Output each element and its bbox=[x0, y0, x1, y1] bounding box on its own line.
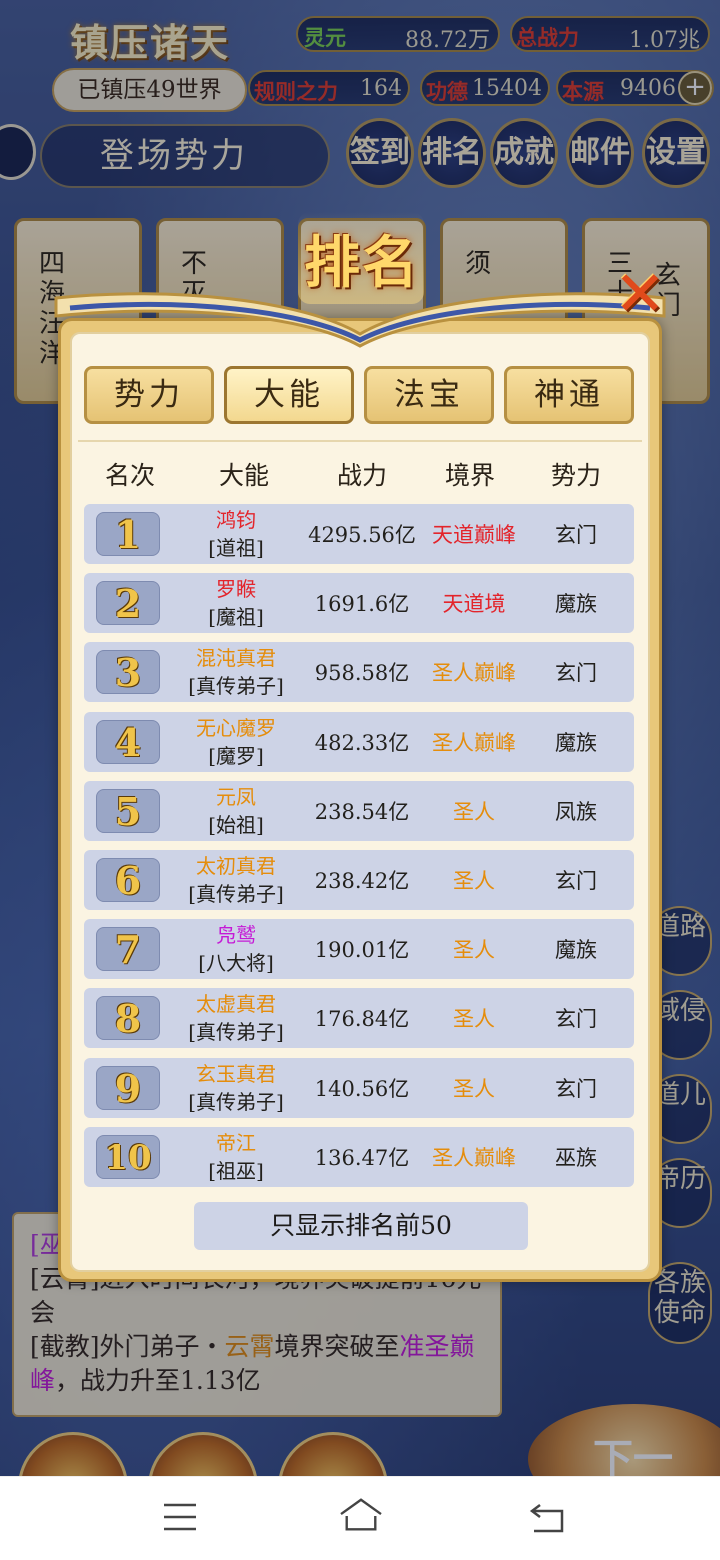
power-value: 482.33亿 bbox=[314, 730, 410, 755]
great-power-name: 玄玉真君 bbox=[196, 1061, 276, 1086]
rank-number: 1 bbox=[96, 512, 160, 557]
rank-number: 7 bbox=[96, 927, 160, 972]
great-power-name: 鸿钧 bbox=[216, 508, 256, 532]
divider bbox=[78, 440, 642, 442]
table-row[interactable]: 3 混沌真君 [真传弟子] 958.58亿 圣人巅峰 玄门 bbox=[84, 642, 634, 703]
great-power-name: 凫鹫 bbox=[216, 923, 256, 948]
great-power-name: 帝江 bbox=[216, 1130, 256, 1155]
table-row[interactable]: 2 罗睺 [魔祖] 1691.6亿 天道境 魔族 bbox=[84, 573, 634, 634]
great-power-name: 无心魔罗 bbox=[196, 715, 276, 740]
great-power-title: [真传弟子] bbox=[188, 674, 284, 699]
rank-number: 8 bbox=[96, 996, 160, 1041]
force-value: 魔族 bbox=[555, 730, 597, 755]
power-value: 1691.6亿 bbox=[314, 592, 410, 617]
table-row[interactable]: 9 玄玉真君 [真传弟子] 140.56亿 圣人 玄门 bbox=[84, 1057, 634, 1118]
close-icon[interactable]: ✕ bbox=[612, 263, 668, 326]
great-power-title: [魔罗] bbox=[208, 743, 264, 768]
force-value: 玄门 bbox=[555, 869, 597, 893]
tab-divine-power[interactable]: 神通 bbox=[504, 366, 634, 424]
great-power-name: 混沌真君 bbox=[196, 646, 276, 671]
great-power-name: 太初真君 bbox=[196, 854, 276, 878]
great-power-name: 太虚真君 bbox=[196, 992, 276, 1017]
table-row[interactable]: 1 鸿钧 [道祖] 4295.56亿 天道巅峰 玄门 bbox=[84, 504, 634, 564]
great-power-title: [祖巫] bbox=[208, 1158, 264, 1183]
rank-number: 5 bbox=[96, 788, 160, 833]
force-value: 魔族 bbox=[555, 938, 597, 963]
column-header-power: 战力 bbox=[336, 461, 387, 490]
power-value: 140.56亿 bbox=[314, 1076, 410, 1101]
power-value: 190.01亿 bbox=[314, 938, 410, 963]
power-value: 238.54亿 bbox=[314, 799, 410, 824]
rank-number: 2 bbox=[96, 581, 160, 626]
home-icon[interactable] bbox=[336, 1495, 386, 1535]
force-value: 玄门 bbox=[555, 1076, 597, 1101]
tab-treasure[interactable]: 法宝 bbox=[364, 366, 494, 424]
force-value: 凤族 bbox=[555, 799, 597, 824]
power-value: 176.84亿 bbox=[314, 1007, 410, 1032]
table-row[interactable]: 4 无心魔罗 [魔罗] 482.33亿 圣人巅峰 魔族 bbox=[84, 711, 634, 772]
great-power-title: [真传弟子] bbox=[188, 1020, 284, 1045]
ranking-modal: 排名 ✕ 势力 大能 法宝 神通 名次 大能 战力 境界 势力 1 鸿钧 [道祖] 4… bbox=[52, 212, 668, 1284]
top50-note: 只显示排名前50 bbox=[194, 1202, 528, 1250]
force-value: 魔族 bbox=[555, 592, 597, 617]
table-row[interactable]: 10 帝江 [祖巫] 136.47亿 圣人巅峰 巫族 bbox=[84, 1126, 634, 1187]
great-power-name: 罗睺 bbox=[216, 577, 256, 602]
force-value: 玄门 bbox=[555, 523, 597, 547]
table-row[interactable]: 5 元凤 [始祖] 238.54亿 圣人 凤族 bbox=[84, 780, 634, 841]
system-navbar bbox=[0, 1476, 720, 1560]
column-header-force: 势力 bbox=[550, 461, 601, 490]
game-screen: 镇压诸天 灵元 88.72万 总战力 1.07兆 已镇压49世界 规则之力 16… bbox=[0, 0, 720, 1476]
force-value: 玄门 bbox=[555, 1007, 597, 1032]
great-power-title: [道祖] bbox=[208, 536, 264, 560]
great-power-title: [真传弟子] bbox=[188, 1089, 284, 1114]
rank-number: 3 bbox=[96, 650, 160, 695]
power-value: 4295.56亿 bbox=[308, 523, 416, 547]
power-value: 136.47亿 bbox=[314, 1145, 410, 1170]
great-power-name: 元凤 bbox=[216, 784, 256, 809]
column-header-rank: 名次 bbox=[104, 461, 155, 490]
column-header-name: 大能 bbox=[218, 461, 269, 490]
rank-number: 4 bbox=[96, 719, 160, 764]
rank-number: 10 bbox=[96, 1134, 160, 1179]
force-value: 玄门 bbox=[555, 661, 597, 686]
table-row[interactable]: 7 凫鹫 [八大将] 190.01亿 圣人 魔族 bbox=[84, 919, 634, 980]
rank-number: 9 bbox=[96, 1065, 160, 1110]
modal-title: 排名 bbox=[304, 230, 420, 296]
back-icon[interactable] bbox=[526, 1497, 570, 1537]
great-power-title: [始祖] bbox=[208, 812, 264, 837]
tab-force[interactable]: 势力 bbox=[84, 366, 214, 424]
tab-great-power[interactable]: 大能 bbox=[224, 366, 354, 424]
menu-icon[interactable] bbox=[158, 1497, 202, 1537]
column-header-realm: 境界 bbox=[444, 461, 495, 490]
table-row[interactable]: 6 太初真君 [真传弟子] 238.42亿 圣人 玄门 bbox=[84, 850, 634, 910]
great-power-title: [八大将] bbox=[198, 951, 274, 976]
rank-number: 6 bbox=[96, 858, 160, 903]
force-value: 巫族 bbox=[555, 1145, 597, 1170]
great-power-title: [魔祖] bbox=[208, 605, 264, 630]
table-row[interactable]: 8 太虚真君 [真传弟子] 176.84亿 圣人 玄门 bbox=[84, 988, 634, 1049]
power-value: 958.58亿 bbox=[314, 661, 410, 686]
power-value: 238.42亿 bbox=[314, 869, 410, 893]
great-power-title: [真传弟子] bbox=[188, 882, 284, 906]
